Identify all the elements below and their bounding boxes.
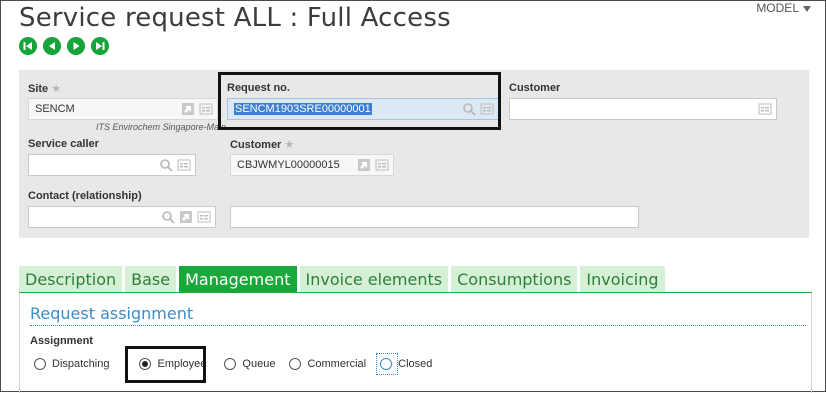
model-label: MODEL: [756, 1, 799, 15]
selection-list-icon[interactable]: [177, 158, 191, 172]
tab-consumptions[interactable]: Consumptions: [451, 266, 578, 292]
tab-invoice-elements[interactable]: Invoice elements: [299, 266, 449, 292]
assignment-label: Assignment: [30, 335, 93, 347]
selection-list-icon[interactable]: [197, 210, 211, 224]
radio-circle[interactable]: [289, 358, 302, 370]
radio-label: Queue: [242, 358, 276, 370]
next-record-icon[interactable]: [67, 37, 85, 55]
selection-list-icon[interactable]: [758, 102, 772, 116]
chevron-down-icon: [803, 5, 811, 12]
selection-list-icon[interactable]: [199, 102, 213, 116]
tab-management[interactable]: Management: [179, 266, 297, 292]
tab-base[interactable]: Base: [125, 266, 177, 292]
radio-label: Commercial: [307, 358, 367, 370]
service-caller-field[interactable]: [28, 154, 196, 176]
search-icon[interactable]: [159, 158, 173, 172]
radio-circle[interactable]: [34, 358, 46, 370]
record-navigation: [19, 37, 109, 55]
model-menu[interactable]: MODEL: [756, 1, 811, 15]
tab-bar: Description Base Management Invoice elem…: [19, 266, 665, 292]
zoom-arrow-icon[interactable]: [357, 158, 371, 172]
request-no-highlight-box: [218, 72, 501, 130]
first-record-icon[interactable]: [19, 37, 37, 55]
radio-circle[interactable]: [224, 358, 237, 370]
customer-field[interactable]: CBJWMYL00000015: [230, 154, 394, 176]
section-title: Request assignment: [30, 304, 194, 323]
contact-field[interactable]: [28, 206, 216, 228]
service-caller-label: Service caller: [28, 138, 99, 150]
tab-invoicing[interactable]: Invoicing: [580, 266, 665, 292]
previous-record-icon[interactable]: [43, 37, 61, 55]
assignment-radio-group: Dispatching Employee Queue Commercial Cl…: [34, 353, 446, 375]
search-icon[interactable]: [161, 210, 175, 224]
zoom-arrow-icon[interactable]: [179, 210, 193, 224]
site-description: ITS Envirochem Singapore-Main: [96, 122, 227, 132]
radio-circle[interactable]: [380, 358, 393, 370]
site-field[interactable]: SENCM: [28, 98, 218, 120]
customer-label: Customer ★: [230, 139, 295, 151]
radio-dispatching[interactable]: Dispatching: [34, 358, 109, 370]
radio-commercial[interactable]: Commercial: [289, 358, 366, 370]
radio-label: Dispatching: [52, 358, 110, 370]
radio-closed[interactable]: Closed: [376, 353, 433, 375]
page-title: Service request ALL : Full Access: [19, 3, 451, 33]
zoom-arrow-icon[interactable]: [181, 102, 195, 116]
star-icon: ★: [51, 83, 62, 95]
contact-label: Contact (relationship): [28, 190, 142, 202]
contact-description-field[interactable]: [230, 206, 639, 228]
employee-highlight-box: [125, 346, 206, 383]
customer-top-field[interactable]: [509, 98, 777, 120]
star-icon: ★: [284, 139, 295, 151]
tab-description[interactable]: Description: [19, 266, 123, 292]
radio-label: Closed: [398, 358, 433, 370]
section-divider: [30, 325, 806, 326]
site-label: Site ★: [28, 83, 62, 95]
last-record-icon[interactable]: [91, 37, 109, 55]
selection-list-icon[interactable]: [375, 158, 389, 172]
customer-top-label: Customer: [509, 82, 561, 94]
radio-queue[interactable]: Queue: [224, 358, 275, 370]
